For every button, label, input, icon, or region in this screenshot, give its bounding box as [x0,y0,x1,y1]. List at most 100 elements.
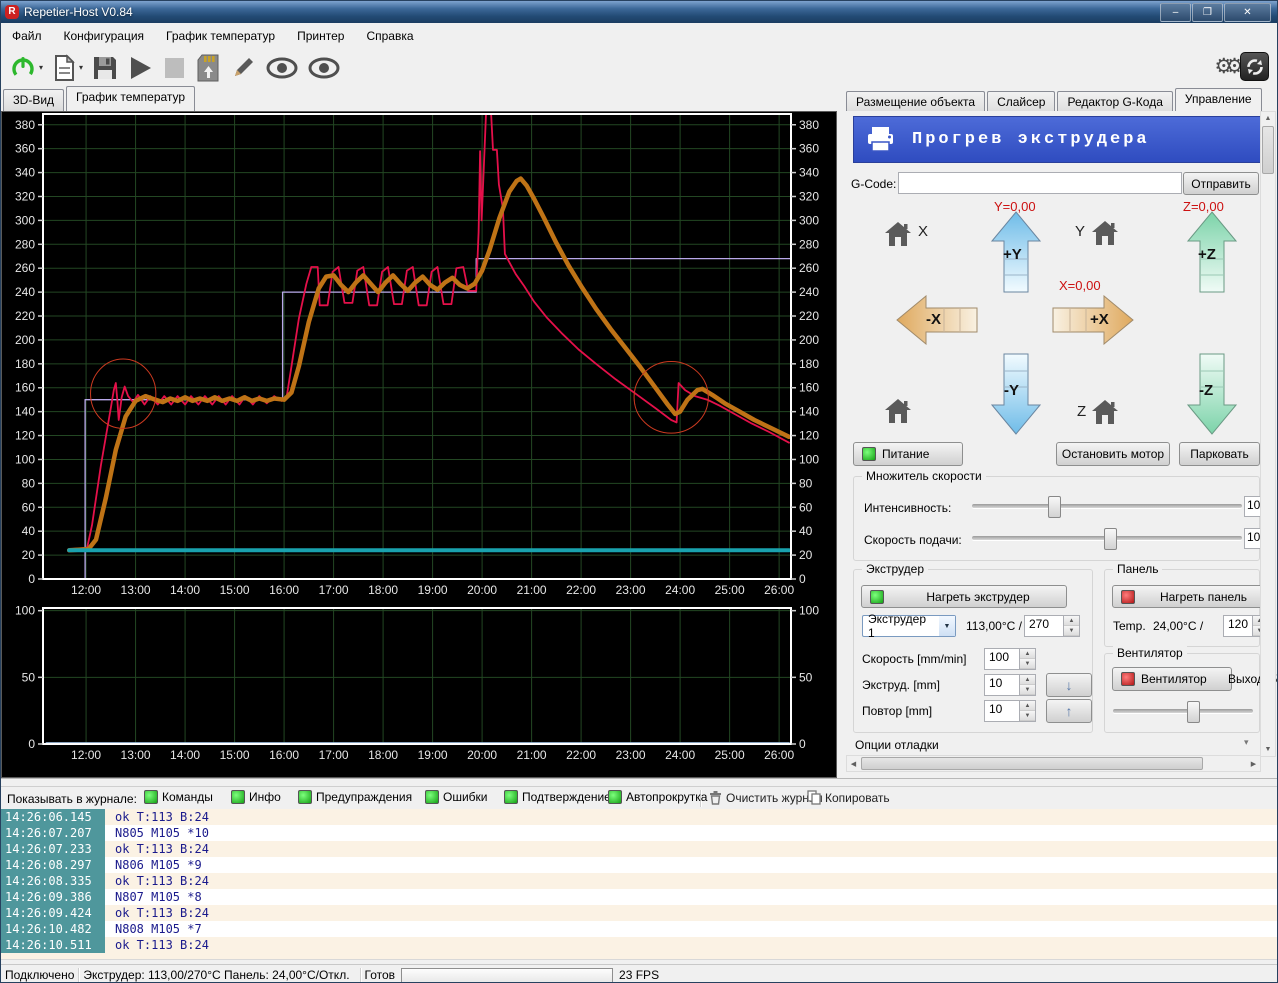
extrude-speed-value[interactable]: 100 [984,648,1019,670]
menu-item-принтер[interactable]: Принтер [286,25,355,47]
fan-toggle-label: Вентилятор [1141,672,1207,686]
tab-размещение-объекта[interactable]: Размещение объекта [846,91,986,113]
retract-length-value[interactable]: 10 [984,700,1019,722]
home-all-icon[interactable] [884,398,912,424]
log-timestamp: 14:26:09.424 [1,905,105,921]
minimize-button[interactable]: – [1160,3,1191,22]
stop-motor-button[interactable]: Остановить мотор [1056,442,1170,466]
retract-button[interactable]: ↑ [1046,699,1092,723]
scroll-right-icon[interactable]: ▶ [1249,756,1258,771]
copy-log-button[interactable]: Копировать [807,790,890,805]
log-toggle-автопрокрутка[interactable]: Автопрокрутка [608,790,707,804]
extruder-select-caret[interactable]: ▼ [939,616,955,636]
scroll-left-icon[interactable]: ◀ [849,756,858,771]
home-y-icon[interactable] [1091,220,1119,246]
menu-item-файл[interactable]: Файл [1,25,53,47]
fan-toggle-button[interactable]: Вентилятор [1112,667,1232,691]
sd-card-icon[interactable] [195,53,221,83]
heat-bed-button[interactable]: Нагреть панель [1112,585,1267,608]
hscroll-thumb[interactable] [861,757,1203,770]
panel-tab-bar: Размещение объекта Слайсер Редактор G-Кода… [846,88,1264,113]
extrude-speed-up[interactable]: ▲ [1020,649,1035,659]
tab-слайсер[interactable]: Слайсер [987,91,1056,113]
tab-график-температур[interactable]: График температур [66,86,196,111]
menu-item-справка[interactable]: Справка [355,25,424,47]
log-toggle-ошибки[interactable]: Ошибки [425,790,488,804]
emergency-reset-icon[interactable] [1240,52,1269,81]
close-button[interactable]: ✕ [1224,3,1271,22]
extruder-target-up[interactable]: ▲ [1064,616,1079,626]
power-toggle-button[interactable]: Питание [853,442,963,466]
extrude-length-up[interactable]: ▲ [1020,675,1035,685]
extruder-select[interactable]: Экструдер 1 ▼ [862,612,956,640]
new-file-icon[interactable]: ▾ [51,53,83,82]
run-job-icon[interactable] [127,54,153,82]
svg-text:220: 220 [799,309,819,323]
retract-length-spinner[interactable]: 10 ▲ ▼ [984,700,1036,722]
panel-horizontal-scrollbar[interactable]: ◀ ▶ [846,755,1261,772]
file-dropdown-caret[interactable]: ▾ [79,63,83,72]
maximize-button[interactable]: ❐ [1192,3,1223,22]
extrude-length-value[interactable]: 10 [984,674,1019,696]
park-button[interactable]: Парковать [1179,442,1260,466]
show-filament-eye-icon[interactable] [265,55,299,81]
home-z-icon[interactable] [1091,399,1119,425]
svg-text:300: 300 [799,213,819,227]
bed-target-value[interactable]: 120 [1223,615,1253,637]
fan-speed-slider[interactable] [1113,701,1253,723]
save-icon[interactable] [91,54,119,82]
settings-gears-icon[interactable]: ⚙⚙ [1214,54,1244,79]
extruder-target-down[interactable]: ▼ [1064,626,1079,636]
panel-vertical-scrollbar[interactable]: ▲ ▼ [1260,111,1276,757]
extruder-target-spinner[interactable]: 270 ▲ ▼ [1024,615,1080,637]
svg-text:80: 80 [22,476,36,490]
show-travel-eye-icon[interactable] [307,55,341,81]
log-message: N806 M105 *9 [105,857,1277,873]
log-toggle-подтверждение[interactable]: Подтверждение [504,790,611,804]
svg-text:22:00: 22:00 [566,583,596,597]
feedrate-slider[interactable] [972,528,1242,550]
gcode-input[interactable] [898,172,1182,194]
scroll-up-icon[interactable]: ▲ [1261,114,1275,123]
svg-text:340: 340 [799,166,819,180]
extrude-length-down[interactable]: ▼ [1020,685,1035,695]
clear-log-button[interactable]: Очистить журнал [709,790,823,805]
tab-управление[interactable]: Управление [1174,88,1262,113]
extrude-button[interactable]: ↓ [1046,673,1092,697]
extruder-target-value[interactable]: 270 [1024,615,1063,637]
tab-3d-вид[interactable]: 3D-Вид [3,89,65,111]
heat-extruder-button[interactable]: Нагреть экструдер [861,585,1067,608]
extrude-speed-spinner[interactable]: 100 ▲ ▼ [984,648,1036,670]
power-dropdown-caret[interactable]: ▾ [39,63,43,72]
log-timestamp: 14:26:07.207 [1,825,105,841]
log-toggle-инфо[interactable]: Инфо [231,790,281,804]
edit-icon[interactable] [229,54,257,82]
svg-text:280: 280 [15,237,35,251]
collapse-chevron-icon[interactable]: ▾ [1244,737,1249,748]
svg-text:14:00: 14:00 [170,748,200,762]
extruder-select-value: Экструдер 1 [868,612,926,640]
send-gcode-button[interactable]: Отправить [1183,172,1259,195]
log-output[interactable]: 14:26:06.145 ok T:113 B:24 14:26:07.207 N80… [1,809,1277,959]
log-toggle-команды[interactable]: Команды [144,790,213,804]
retract-length-down[interactable]: ▼ [1020,711,1035,721]
tab-редактор-g-кода[interactable]: Редактор G-Кода [1057,91,1173,113]
log-toggle-предупраждения[interactable]: Предупраждения [298,790,412,804]
extrude-length-spinner[interactable]: 10 ▲ ▼ [984,674,1036,696]
menu-item-конфигурация[interactable]: Конфигурация [53,25,156,47]
extrude-speed-down[interactable]: ▼ [1020,659,1035,669]
menu-bar: Файл Конфигурация График температур Принтер… [1,23,1277,49]
vscroll-thumb[interactable] [1262,126,1274,174]
svg-text:16:00: 16:00 [269,583,299,597]
svg-text:140: 140 [799,405,819,419]
menu-item-график-температур[interactable]: График температур [155,25,286,47]
toggle-label: Ошибки [443,790,488,804]
power-led [862,447,876,461]
home-x-icon[interactable] [884,221,912,247]
retract-length-up[interactable]: ▲ [1020,701,1035,711]
status-separator [359,968,361,982]
scroll-down-icon[interactable]: ▼ [1261,745,1275,754]
title-bar[interactable]: R Repetier-Host V0.84 – ❐ ✕ [1,1,1277,23]
power-icon[interactable]: ▾ [9,54,43,82]
intensity-slider[interactable] [972,496,1242,518]
